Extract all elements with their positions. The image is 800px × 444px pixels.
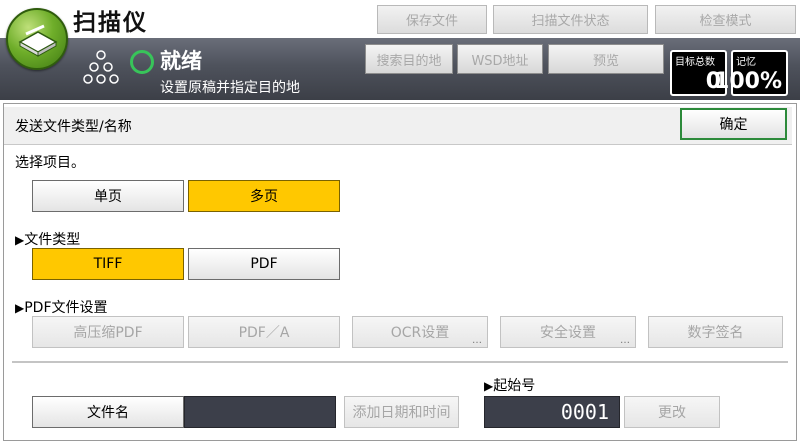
pdf-a-button[interactable]: PDF／A — [188, 316, 340, 348]
memory-value: 100% — [714, 69, 782, 94]
status-title: 就绪 — [160, 49, 202, 73]
tiff-button[interactable]: TIFF — [32, 248, 184, 280]
pdf-settings-heading: ▶PDF文件设置 — [15, 300, 108, 316]
search-destination-button[interactable]: 搜索目的地 — [365, 44, 453, 74]
save-file-button[interactable]: 保存文件 — [377, 5, 487, 34]
high-compression-pdf-button[interactable]: 高压缩PDF — [32, 316, 184, 348]
single-page-button[interactable]: 单页 — [32, 180, 184, 212]
memory-indicator: 记忆 100% — [714, 50, 788, 96]
security-settings-label: 安全设置 — [540, 325, 596, 341]
status-message: 设置原稿并指定目的地 — [160, 80, 300, 96]
more-icon: … — [620, 335, 630, 346]
job-status-icon — [82, 49, 120, 93]
arrow-right-icon: ▶ — [15, 233, 25, 247]
start-number-heading: ▶起始号 — [484, 378, 536, 394]
security-settings-button[interactable]: 安全设置 … — [500, 316, 636, 348]
file-name-button[interactable]: 文件名 — [32, 396, 184, 428]
change-start-number-button[interactable]: 更改 — [624, 396, 720, 428]
file-name-field[interactable] — [184, 396, 336, 428]
ocr-settings-button[interactable]: OCR设置 … — [352, 316, 488, 348]
file-type-heading: ▶文件类型 — [15, 232, 81, 248]
add-date-time-button[interactable]: 添加日期和时间 — [344, 396, 459, 428]
more-icon: … — [472, 335, 482, 346]
digital-signature-button[interactable]: 数字签名 — [648, 316, 783, 348]
scan-status-button[interactable]: 扫描文件状态 — [493, 5, 648, 34]
memory-label: 记忆 — [736, 57, 756, 68]
wsd-address-button[interactable]: WSD地址 — [457, 44, 543, 74]
select-prompt: 选择项目。 — [15, 155, 85, 171]
ok-button[interactable]: 确定 — [680, 108, 787, 140]
app-title: 扫描仪 — [73, 10, 148, 36]
ready-icon — [130, 50, 154, 74]
pdf-button[interactable]: PDF — [188, 248, 340, 280]
arrow-right-icon: ▶ — [484, 379, 494, 393]
ocr-settings-label: OCR设置 — [390, 325, 450, 341]
destination-count-label: 目标总数 — [675, 57, 715, 68]
arrow-right-icon: ▶ — [15, 301, 25, 315]
panel-title: 发送文件类型/名称 — [15, 119, 132, 135]
start-number-field: 0001 — [484, 396, 620, 428]
divider — [12, 361, 788, 363]
multi-page-button[interactable]: 多页 — [188, 180, 340, 212]
check-mode-button[interactable]: 检查模式 — [655, 5, 796, 34]
scanner-app-icon — [6, 8, 68, 70]
preview-button[interactable]: 预览 — [548, 44, 664, 74]
